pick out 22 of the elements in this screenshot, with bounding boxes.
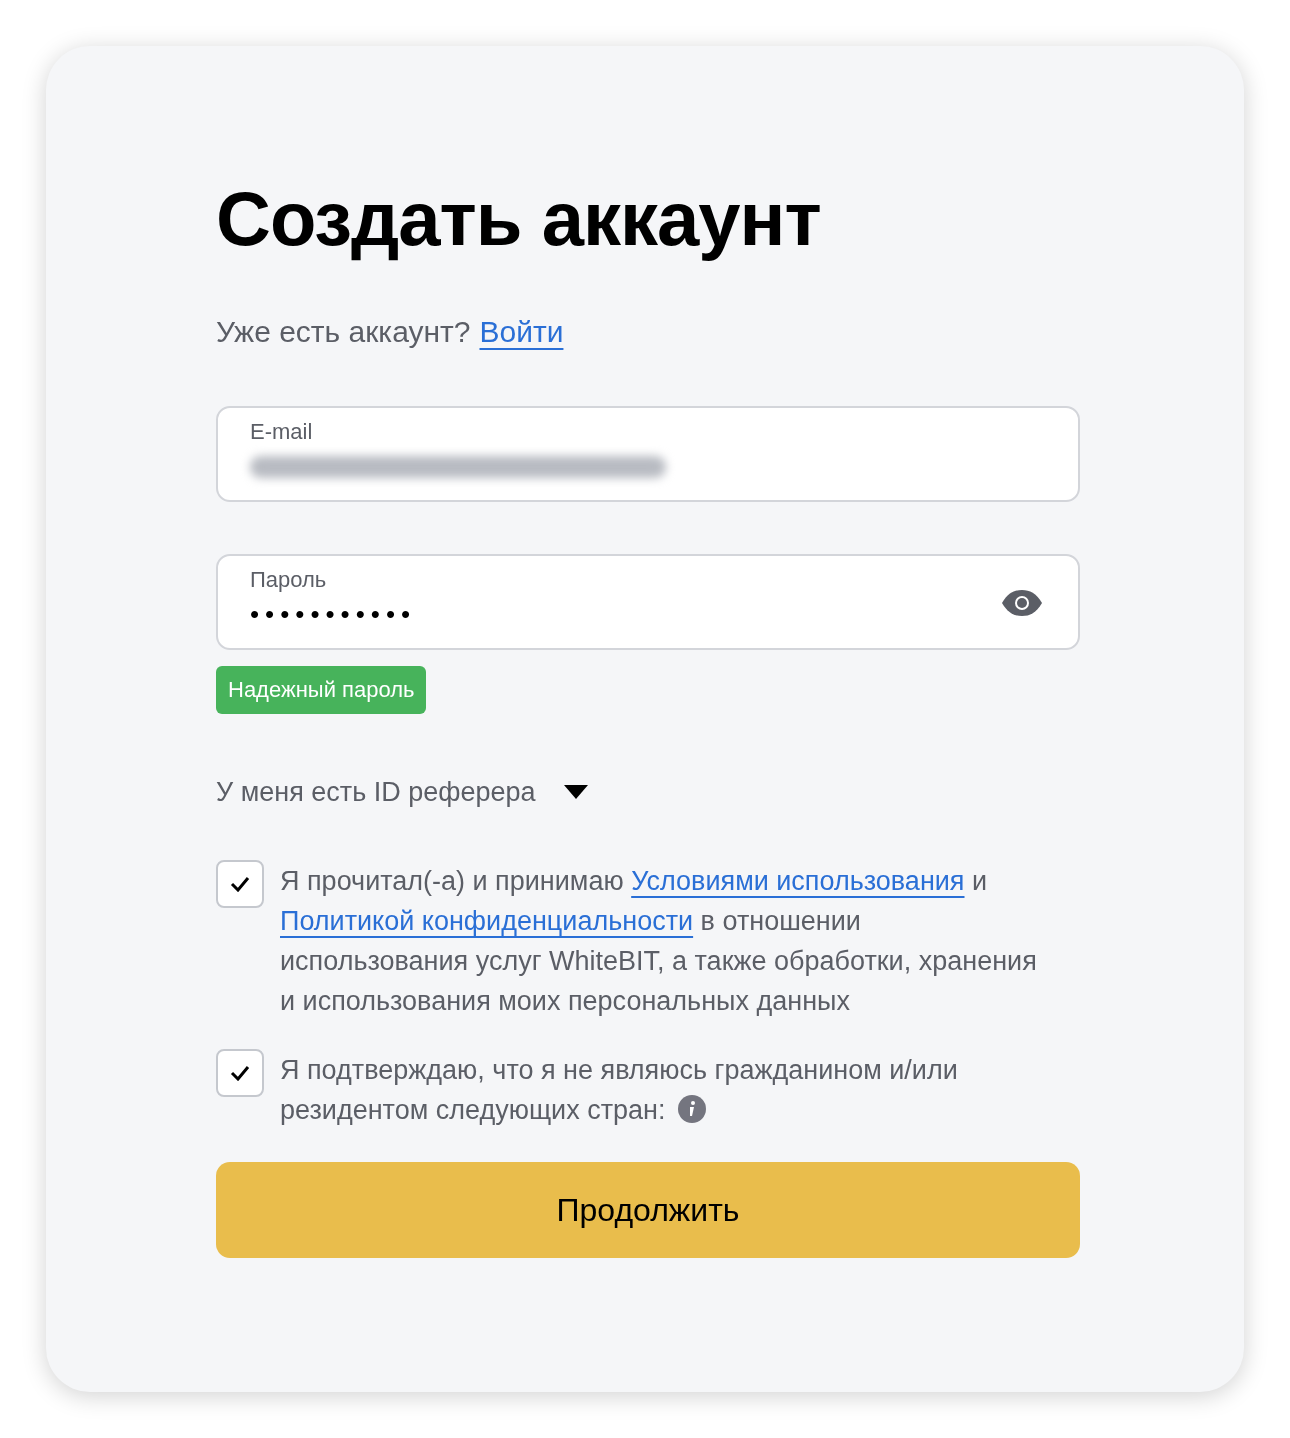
signin-prompt: Уже есть аккаунт?: [216, 314, 471, 350]
check-icon: [230, 1065, 250, 1081]
consent-text: Я подтверждаю, что я не являюсь гражданином и/или резидентом следующих стран:: [280, 1054, 959, 1127]
signin-link[interactable]: Войти: [479, 312, 564, 352]
email-field[interactable]: E-mail: [216, 406, 1080, 502]
checkbox[interactable]: [216, 1049, 264, 1097]
password-dots: •••••••••••: [250, 598, 417, 631]
consent-text: Я прочитал(-а) и принимаю Условиями использования и Политикой конфиденциальности в отношении использования услуг WhiteBIT, а также обработки, хранения и использования моих персональных данных: [280, 865, 1038, 1018]
field-label: E-mail: [250, 418, 314, 446]
eye-icon[interactable]: [1002, 590, 1042, 616]
continue-button[interactable]: Продолжить: [216, 1162, 1080, 1258]
checkbox[interactable]: [216, 860, 264, 908]
strength-badge: Надежный пароль: [216, 666, 427, 714]
policy-link[interactable]: Условиями использования: [631, 866, 965, 896]
info-icon[interactable]: [677, 1095, 706, 1123]
password-field[interactable]: Пароль •••••••••••: [216, 554, 1080, 650]
field-label: Пароль: [250, 566, 328, 594]
referrer-toggle[interactable]: У меня есть ID реферера: [216, 772, 588, 812]
policy-link[interactable]: Политикой конфиденциальности: [280, 906, 694, 936]
check-icon: [230, 876, 250, 892]
caret-icon: [563, 785, 588, 799]
page-title: Создать аккаунт: [216, 175, 822, 263]
